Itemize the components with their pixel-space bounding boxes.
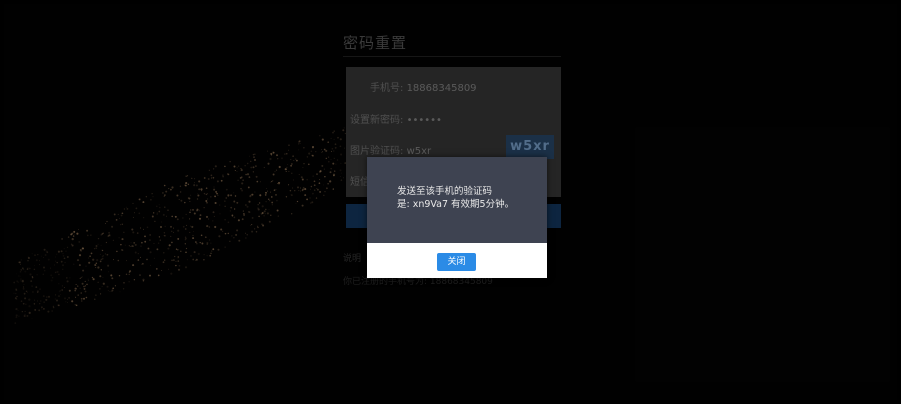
close-button[interactable]: 关闭	[437, 253, 476, 271]
page-frame: 密码重置 手机号: 18868345809 设置新密码: •••••• 图片验证…	[4, 4, 897, 400]
dialog-message: 发送至该手机的验证码 是: xn9Va7 有效期5分钟。	[397, 185, 537, 211]
dialog-body: 发送至该手机的验证码 是: xn9Va7 有效期5分钟。	[367, 157, 547, 243]
dialog-message-line1: 发送至该手机的验证码	[397, 186, 493, 197]
verification-dialog: 发送至该手机的验证码 是: xn9Va7 有效期5分钟。 关闭	[367, 157, 547, 278]
dialog-message-line2: 是: xn9Va7 有效期5分钟。	[397, 199, 515, 210]
